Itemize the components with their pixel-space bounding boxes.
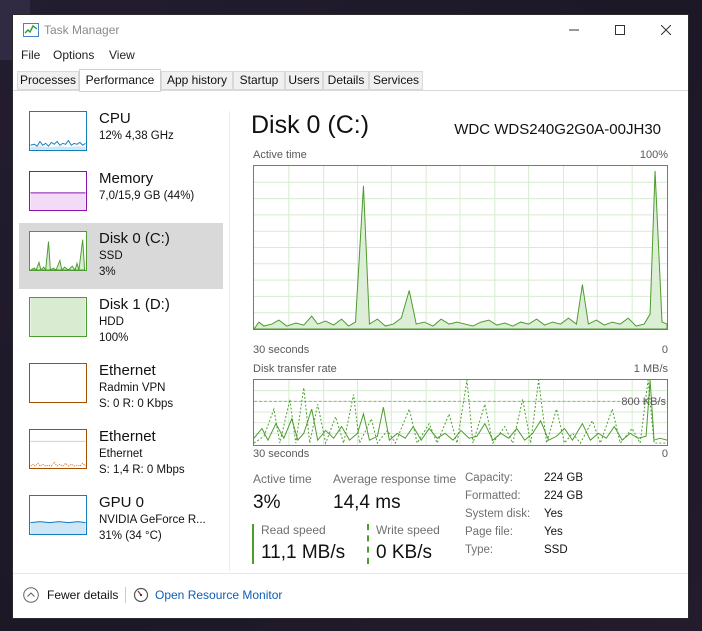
active-time-graph-timespan: 30 seconds xyxy=(253,344,310,356)
sidebar-item-disk0[interactable]: Disk 0 (C:) SSD 3% xyxy=(19,223,223,289)
system-disk-label: System disk: xyxy=(465,508,531,520)
sidebar-ethernet2-title: Ethernet xyxy=(99,428,156,445)
read-speed-label: Read speed xyxy=(261,523,326,537)
page-file-value: Yes xyxy=(544,526,563,538)
formatted-value: 224 GB xyxy=(544,490,583,502)
active-time-label: Active time xyxy=(253,472,312,486)
disk1-thumbnail-graph xyxy=(29,297,87,337)
resource-monitor-icon xyxy=(133,587,149,603)
footer-divider xyxy=(13,573,688,574)
read-speed-value: 11,1 MB/s xyxy=(261,542,346,563)
read-speed-indicator xyxy=(252,524,254,564)
memory-thumbnail-graph xyxy=(29,171,87,211)
open-resource-monitor-link[interactable]: Open Resource Monitor xyxy=(133,585,282,605)
menu-options[interactable]: Options xyxy=(53,48,94,62)
tab-processes[interactable]: Processes xyxy=(17,71,79,90)
sidebar-item-memory[interactable]: Memory 7,0/15,9 GB (44%) xyxy=(19,163,223,229)
tab-app-history[interactable]: App history xyxy=(161,71,233,90)
tab-services[interactable]: Services xyxy=(369,71,423,90)
resource-monitor-label: Open Resource Monitor xyxy=(155,588,283,602)
cpu-thumbnail-graph xyxy=(29,111,87,151)
sidebar-disk1-title: Disk 1 (D:) xyxy=(99,296,170,313)
sidebar-gpu-title: GPU 0 xyxy=(99,494,145,511)
disk-detail-panel: Disk 0 (C:) WDC WDS240G2G0A-00JH30 Activ… xyxy=(231,103,671,573)
sidebar-item-gpu[interactable]: GPU 0 NVIDIA GeForce R... 31% (34 °C) xyxy=(19,487,223,553)
menu-view[interactable]: View xyxy=(109,48,135,62)
sidebar-cpu-title: CPU xyxy=(99,110,131,127)
page-file-label: Page file: xyxy=(465,526,513,538)
active-time-graph-min: 0 xyxy=(661,344,668,356)
sidebar-memory-detail: 7,0/15,9 GB (44%) xyxy=(99,190,195,202)
maximize-button[interactable] xyxy=(597,15,643,45)
tab-performance[interactable]: Performance xyxy=(79,69,161,92)
sidebar-cpu-detail: 12% 4,38 GHz xyxy=(99,130,174,142)
sidebar-gpu-model: NVIDIA GeForce R... xyxy=(99,514,206,526)
gpu-thumbnail-graph xyxy=(29,495,87,535)
active-time-graph-max: 100% xyxy=(639,149,668,161)
chevron-up-circle-icon xyxy=(23,587,39,603)
sidebar-ethernet1-adapter: Radmin VPN xyxy=(99,382,166,394)
avg-response-value: 14,4 ms xyxy=(333,492,401,513)
maximize-icon xyxy=(615,25,625,35)
transfer-rate-graph-max: 1 MB/s xyxy=(633,363,668,375)
footer-separator xyxy=(125,587,126,603)
task-manager-icon xyxy=(23,23,39,37)
transfer-rate-graph xyxy=(253,379,668,446)
sidebar-memory-title: Memory xyxy=(99,170,154,187)
transfer-rate-graph-timespan: 30 seconds xyxy=(253,448,310,460)
active-time-value: 3% xyxy=(253,492,281,513)
menu-file[interactable]: File xyxy=(21,48,40,62)
tab-startup[interactable]: Startup xyxy=(233,71,285,90)
tab-users[interactable]: Users xyxy=(285,71,323,90)
sidebar-disk1-usage: 100% xyxy=(99,332,129,344)
active-time-graph-label: Active time xyxy=(253,149,307,161)
performance-sidebar: CPU 12% 4,38 GHz Memory 7,0/15,9 GB (44%… xyxy=(19,103,223,573)
minimize-icon xyxy=(569,29,579,31)
fewer-details-button[interactable]: Fewer details xyxy=(23,585,118,605)
sidebar-item-ethernet-radmin[interactable]: Ethernet Radmin VPN S: 0 R: 0 Kbps xyxy=(19,355,223,421)
close-icon xyxy=(661,25,671,35)
formatted-label: Formatted: xyxy=(465,490,521,502)
sidebar-disk0-type: SSD xyxy=(99,250,123,262)
write-speed-label: Write speed xyxy=(376,523,440,537)
write-speed-indicator xyxy=(367,524,369,564)
sidebar-ethernet2-adapter: Ethernet xyxy=(99,448,143,460)
task-manager-window: Task Manager File Options View Processes… xyxy=(12,14,689,619)
minimize-button[interactable] xyxy=(551,15,597,45)
ethernet-thumbnail-graph xyxy=(29,429,87,469)
menu-bar: File Options View xyxy=(13,45,688,65)
sidebar-disk1-type: HDD xyxy=(99,316,124,328)
transfer-rate-graph-mid: 800 KB/s xyxy=(621,396,666,408)
sidebar-separator xyxy=(229,111,230,571)
ethernet-radmin-thumbnail-graph xyxy=(29,363,87,403)
type-value: SSD xyxy=(544,544,568,556)
window-title: Task Manager xyxy=(44,23,120,37)
transfer-rate-graph-min: 0 xyxy=(661,448,668,460)
system-disk-value: Yes xyxy=(544,508,563,520)
title-bar[interactable]: Task Manager xyxy=(13,15,688,45)
sidebar-item-cpu[interactable]: CPU 12% 4,38 GHz xyxy=(19,103,223,169)
capacity-label: Capacity: xyxy=(465,472,513,484)
sidebar-ethernet2-throughput: S: 1,4 R: 0 Mbps xyxy=(99,464,185,476)
sidebar-ethernet1-title: Ethernet xyxy=(99,362,156,379)
write-speed-value: 0 KB/s xyxy=(376,542,432,563)
type-label: Type: xyxy=(465,544,494,556)
transfer-rate-graph-label: Disk transfer rate xyxy=(253,363,337,375)
sidebar-gpu-usage: 31% (34 °C) xyxy=(99,530,162,542)
close-button[interactable] xyxy=(643,15,688,45)
sidebar-disk0-usage: 3% xyxy=(99,266,116,278)
disk0-thumbnail-graph xyxy=(29,231,87,271)
active-time-graph xyxy=(253,165,668,330)
sidebar-item-disk1[interactable]: Disk 1 (D:) HDD 100% xyxy=(19,289,223,355)
tab-details[interactable]: Details xyxy=(323,71,369,90)
sidebar-disk0-title: Disk 0 (C:) xyxy=(99,230,170,247)
sidebar-ethernet1-throughput: S: 0 R: 0 Kbps xyxy=(99,398,174,410)
avg-response-label: Average response time xyxy=(333,472,457,486)
disk-title: Disk 0 (C:) xyxy=(251,111,370,139)
sidebar-item-ethernet[interactable]: Ethernet Ethernet S: 1,4 R: 0 Mbps xyxy=(19,421,223,487)
capacity-value: 224 GB xyxy=(544,472,583,484)
fewer-details-label: Fewer details xyxy=(47,588,119,602)
disk-model: WDC WDS240G2G0A-00JH30 xyxy=(454,121,661,138)
